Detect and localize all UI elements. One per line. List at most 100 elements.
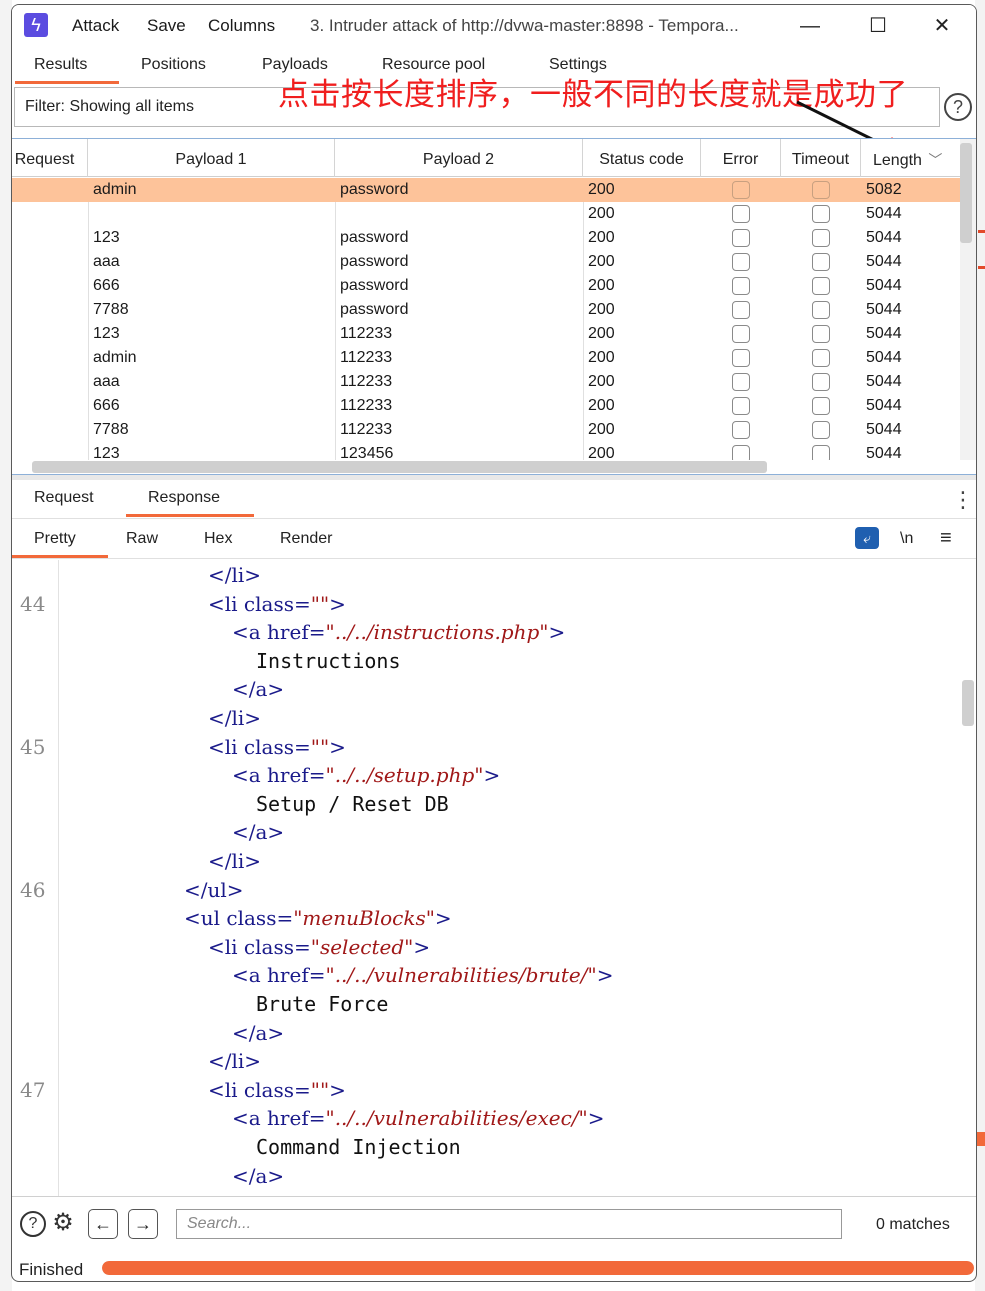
cell-status-code: 200 (588, 373, 615, 390)
table-row[interactable]: 123 123456 200 5044 (12, 442, 960, 460)
error-checkbox (732, 445, 750, 460)
search-settings-gear-icon[interactable]: ⚙ (50, 1211, 76, 1237)
help-icon[interactable]: ? (944, 93, 972, 121)
table-row[interactable]: 7788 password 200 5044 (12, 298, 960, 322)
code-token: </a> (232, 820, 285, 845)
table-row[interactable]: 666 112233 200 5044 (12, 394, 960, 418)
burp-logo-icon: ϟ (24, 13, 48, 37)
previous-match-button[interactable]: ← (88, 1209, 118, 1239)
code-token: </li> (208, 849, 262, 873)
code-token: <a (232, 620, 268, 645)
table-row[interactable]: 200 5044 (12, 202, 960, 226)
column-header-length[interactable]: Length ﹀ (861, 139, 960, 177)
error-checkbox (732, 277, 750, 295)
tab-render[interactable]: Render (280, 530, 332, 548)
column-header-payload2[interactable]: Payload 2 (335, 139, 583, 177)
next-match-button[interactable]: → (128, 1209, 158, 1239)
tab-request[interactable]: Request (34, 489, 94, 507)
close-button[interactable]: ✕ (922, 11, 962, 41)
table-row[interactable]: 123 112233 200 5044 (12, 322, 960, 346)
sort-descending-icon: ﹀ (928, 152, 943, 168)
search-input[interactable] (176, 1209, 842, 1239)
table-header: Request Payload 1 Payload 2 Status code … (12, 139, 960, 177)
cell-payload1: 7788 (93, 301, 129, 318)
table-row[interactable]: admin password 200 5082 (12, 178, 960, 202)
table-row[interactable]: 123 password 200 5044 (12, 226, 960, 250)
cell-length: 5044 (866, 253, 902, 270)
active-tab-indicator (126, 514, 254, 517)
column-header-payload1[interactable]: Payload 1 (88, 139, 335, 177)
code-line: </li> (208, 849, 261, 873)
cell-payload2: 112233 (340, 349, 393, 366)
cell-payload1: 123 (93, 229, 120, 246)
table-horizontal-scroll-thumb[interactable] (32, 461, 767, 473)
column-header-error[interactable]: Error (701, 139, 781, 177)
intruder-attack-window: ϟ Attack Save Columns 3. Intruder attack… (11, 4, 977, 1282)
newline-toggle-icon[interactable]: \n (900, 530, 913, 548)
word-wrap-icon[interactable]: ⤶ (855, 527, 879, 549)
hamburger-menu-icon[interactable]: ≡ (940, 527, 952, 550)
maximize-button[interactable]: ☐ (858, 11, 898, 41)
table-row[interactable]: aaa 112233 200 5044 (12, 370, 960, 394)
cell-payload2: password (340, 253, 409, 270)
cell-payload2: 112233 (340, 397, 393, 414)
code-token: = (293, 1077, 311, 1102)
error-checkbox (732, 349, 750, 367)
cell-length: 5044 (866, 373, 902, 390)
code-token: class (243, 734, 294, 759)
code-token: > (329, 734, 346, 759)
timeout-checkbox (812, 181, 830, 199)
table-row[interactable]: admin 112233 200 5044 (12, 346, 960, 370)
code-token: href (267, 763, 309, 788)
minimize-button[interactable]: — (790, 11, 830, 41)
table-vertical-scroll-thumb[interactable] (960, 143, 972, 243)
search-help-icon[interactable]: ? (20, 1211, 46, 1237)
response-code-view[interactable]: </li> 44 <li class=""> <a href="../../instr… (12, 560, 976, 1196)
menu-save[interactable]: Save (147, 16, 186, 36)
code-token: = (276, 906, 294, 931)
cell-length: 5044 (866, 445, 902, 460)
tab-hex[interactable]: Hex (204, 530, 232, 548)
attack-progress-bar (102, 1261, 974, 1275)
code-token: "menuBlocks" (293, 906, 435, 931)
tab-results[interactable]: Results (34, 56, 87, 74)
cell-payload1: 666 (93, 397, 120, 414)
code-scroll-thumb[interactable] (962, 680, 974, 726)
cell-status-code: 200 (588, 229, 615, 246)
timeout-checkbox (812, 373, 830, 391)
code-token: "../../vulnerabilities/brute/" (325, 963, 597, 988)
more-options-icon[interactable]: ⋮ (952, 489, 974, 511)
code-token: > (587, 1106, 605, 1131)
code-token: Brute Force (256, 992, 389, 1016)
code-line: </a> (232, 820, 284, 844)
cell-length: 5044 (866, 277, 902, 294)
pane-splitter[interactable] (12, 474, 976, 480)
code-line: </li> (208, 706, 261, 730)
background-mark (978, 266, 985, 269)
code-token: "../../vulnerabilities/exec/" (325, 1106, 588, 1131)
code-token: Setup / Reset DB (256, 791, 449, 816)
table-row[interactable]: aaa password 200 5044 (12, 250, 960, 274)
column-header-timeout[interactable]: Timeout (781, 139, 861, 177)
column-header-request[interactable]: Request (12, 139, 88, 177)
code-token: <ul (184, 906, 227, 931)
code-token: > (596, 963, 614, 988)
menu-attack[interactable]: Attack (72, 16, 119, 36)
tab-response[interactable]: Response (148, 489, 220, 507)
code-token: "selected" (310, 934, 414, 959)
tab-positions[interactable]: Positions (141, 56, 206, 74)
code-token: <li (208, 934, 244, 959)
cell-status-code: 200 (588, 277, 615, 294)
table-row[interactable]: 666 password 200 5044 (12, 274, 960, 298)
tab-raw[interactable]: Raw (126, 530, 158, 548)
code-token: "../../instructions.php" (325, 620, 549, 645)
table-row[interactable]: 7788 112233 200 5044 (12, 418, 960, 442)
tab-pretty[interactable]: Pretty (34, 530, 76, 548)
menu-columns[interactable]: Columns (208, 16, 275, 36)
column-header-status-code[interactable]: Status code (583, 139, 701, 177)
code-token: class (243, 934, 294, 959)
cell-length: 5044 (866, 325, 902, 342)
code-token: class (226, 906, 277, 931)
code-line: </li> (208, 563, 261, 587)
code-line: <li class=""> (208, 735, 346, 759)
